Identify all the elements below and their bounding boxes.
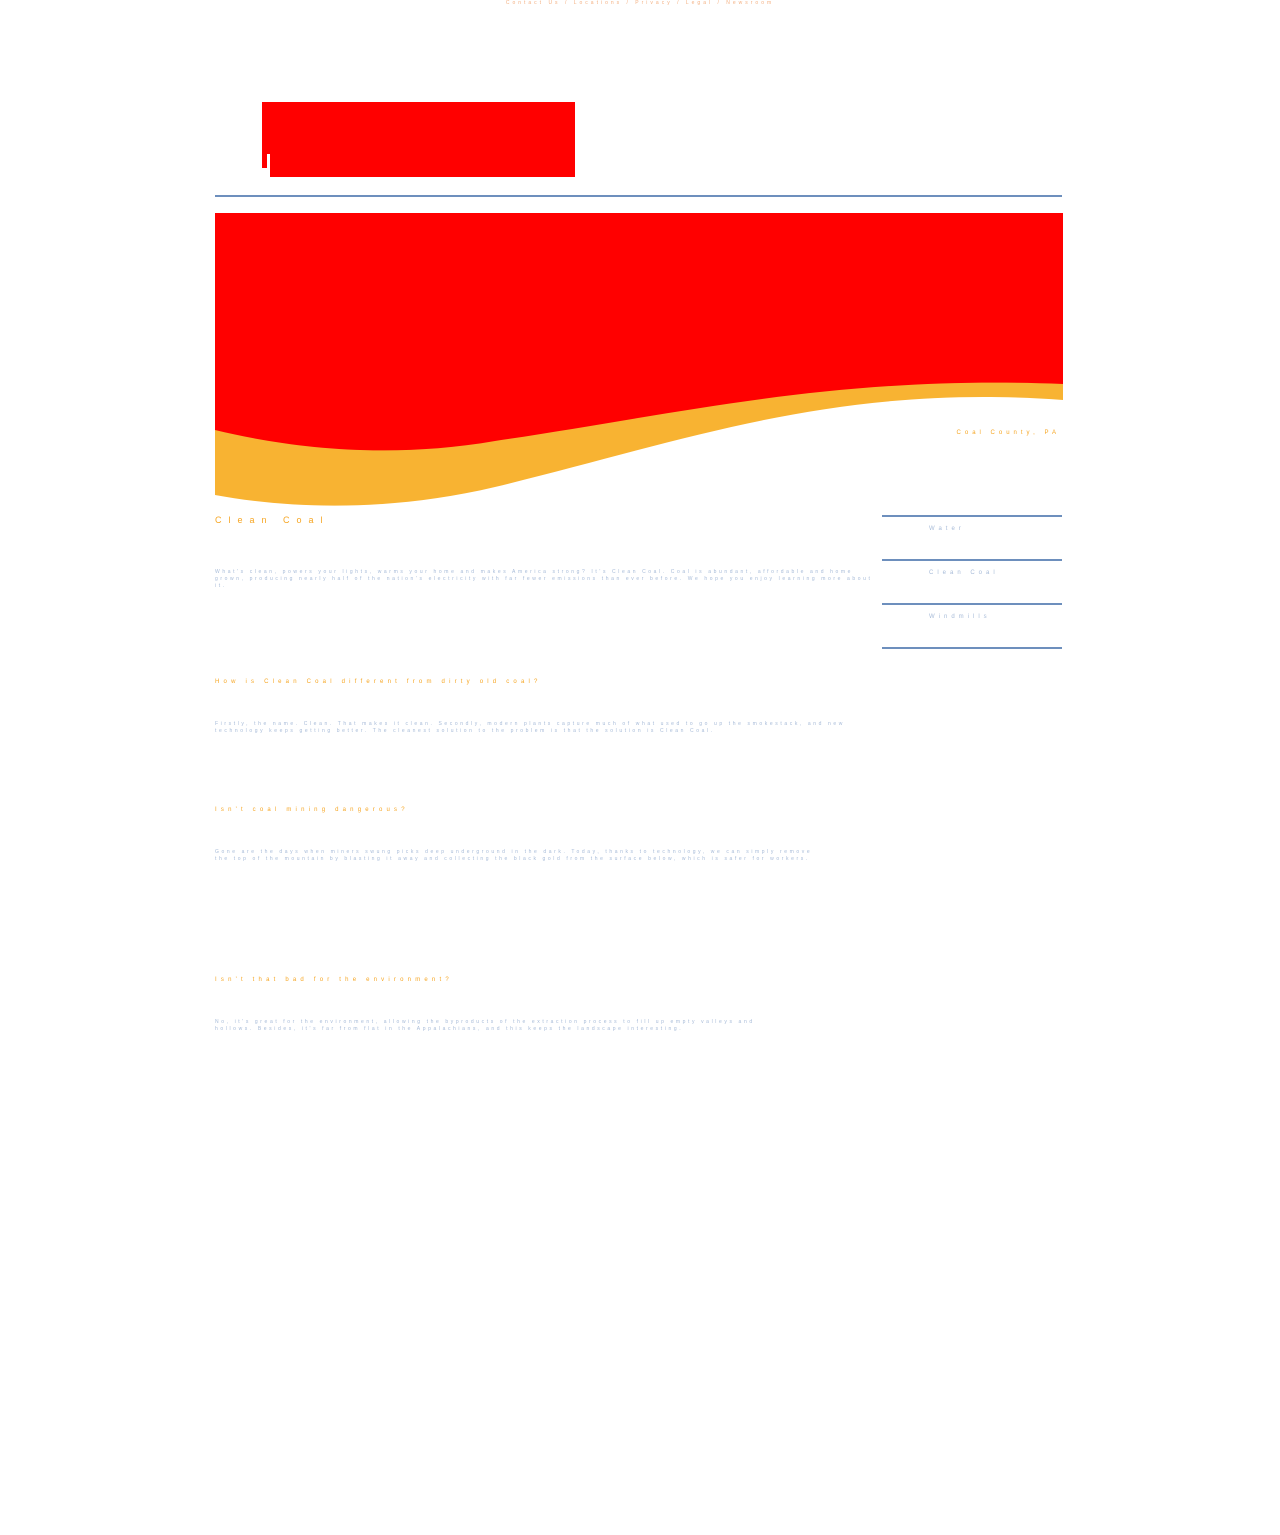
sidebar-item-label: Clean Coal: [929, 570, 999, 576]
header-divider: [215, 195, 1062, 197]
section-body-mining: Gone are the days when miners swung pick…: [215, 849, 813, 862]
sidebar-item-clean-coal[interactable]: Clean Coal: [882, 559, 1062, 603]
sidebar-item-windmills[interactable]: Windmills: [882, 603, 1062, 649]
section-heading-environment: Isn't that bad for the environment?: [215, 977, 453, 983]
page-title: Clean Coal: [215, 515, 330, 525]
top-utility-links[interactable]: Contact Us / Locations / Privacy / Legal…: [0, 0, 1280, 6]
hero-banner: [215, 213, 1063, 513]
sidebar-nav: Water Clean Coal Windmills: [882, 515, 1062, 649]
section-heading-difference: How is Clean Coal different from dirty o…: [215, 679, 542, 685]
sidebar-item-label: Windmills: [929, 614, 991, 620]
sidebar-item-water[interactable]: Water: [882, 515, 1062, 559]
hero-wave-graphic: [215, 213, 1063, 506]
intro-paragraph: What's clean, powers your lights, warms …: [215, 569, 873, 589]
section-body-environment: No, it's great for the environment, allo…: [215, 1019, 755, 1032]
logo-block-step: [262, 154, 267, 168]
section-heading-mining: Isn't coal mining dangerous?: [215, 807, 409, 813]
section-body-difference: Firstly, the name. Clean. That makes it …: [215, 721, 845, 734]
site-logo[interactable]: [262, 102, 578, 178]
hero-red-field: [215, 213, 1063, 451]
logo-block-front: [270, 102, 575, 177]
sidebar-item-label: Water: [929, 526, 965, 532]
location-label: Coal County, PA: [956, 430, 1060, 436]
